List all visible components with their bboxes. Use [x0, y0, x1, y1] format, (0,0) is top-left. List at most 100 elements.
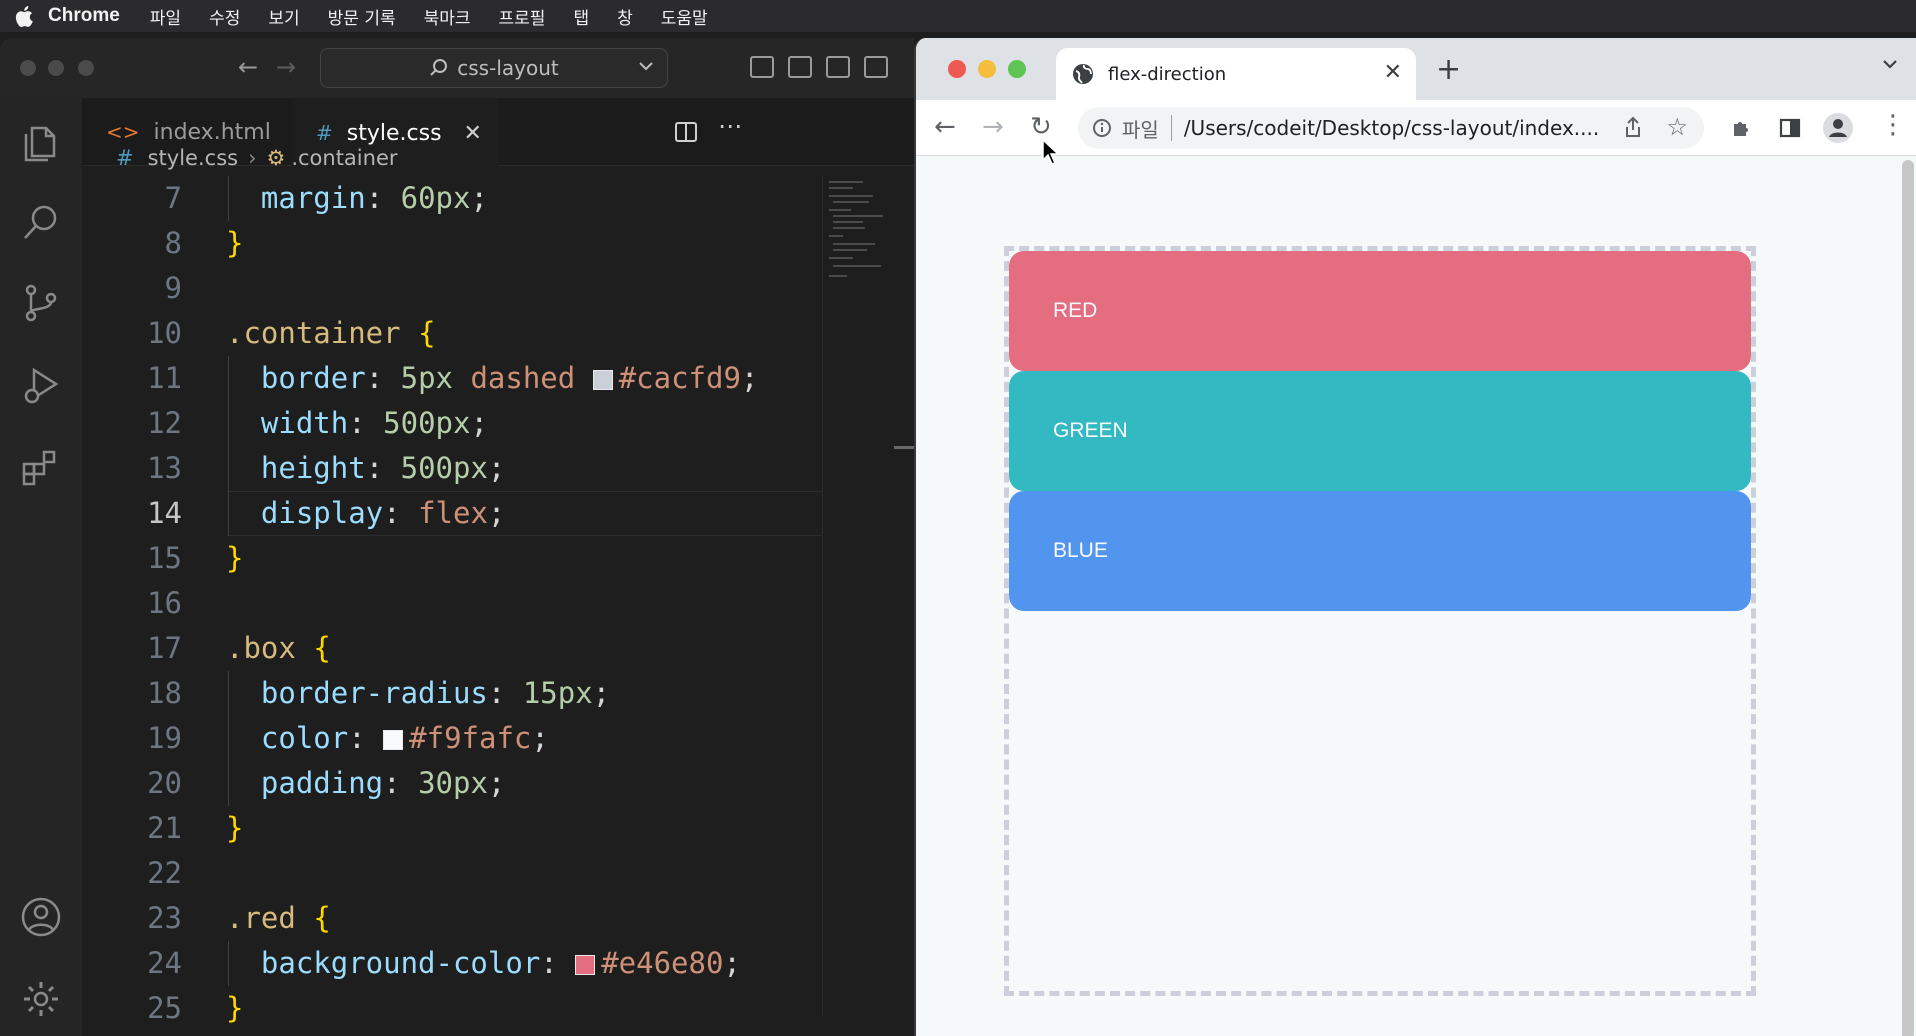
minimap[interactable] [822, 176, 892, 1016]
menu-edit[interactable]: 수정 [209, 4, 240, 29]
bookmark-star-icon[interactable]: ☆ [1666, 113, 1688, 141]
breadcrumb-file[interactable]: style.css [148, 146, 238, 170]
command-center-search[interactable]: css-layout [320, 48, 668, 88]
code-line[interactable]: 22 [82, 851, 822, 896]
source-control-icon[interactable] [20, 282, 62, 324]
menu-window[interactable]: 창 [617, 4, 633, 29]
code-line[interactable]: 7 margin: 60px; [82, 176, 822, 221]
toggle-primary-sidebar-icon[interactable] [750, 56, 774, 78]
forward-arrow-icon[interactable]: → [276, 53, 296, 81]
info-icon[interactable] [1092, 118, 1112, 138]
code-line[interactable]: 14 display: flex; [82, 491, 822, 536]
menu-file[interactable]: 파일 [150, 4, 181, 29]
url-text[interactable]: /Users/codeit/Desktop/css-layout/index..… [1184, 116, 1604, 140]
code-line[interactable]: 8} [82, 221, 822, 266]
code-line[interactable]: 20 padding: 30px; [82, 761, 822, 806]
token: .box [226, 631, 296, 665]
side-panel-icon[interactable] [1778, 116, 1802, 140]
color-swatch[interactable] [575, 955, 596, 975]
address-bar[interactable]: 파일 /Users/codeit/Desktop/css-layout/inde… [1078, 107, 1704, 149]
token: height [260, 451, 366, 485]
line-number: 20 [147, 766, 182, 800]
browser-tab[interactable]: flex-direction ✕ [1056, 48, 1416, 100]
code-editor[interactable]: 7 margin: 60px; 8} 9 10 .container {11 borde… [82, 176, 822, 1025]
menu-history[interactable]: 방문 기록 [328, 4, 396, 29]
search-icon [430, 59, 448, 76]
minimap-preview [829, 181, 883, 277]
globe-icon [1073, 64, 1093, 84]
back-arrow-icon[interactable]: ← [934, 112, 956, 142]
menu-help[interactable]: 도움말 [661, 4, 708, 29]
more-actions-icon[interactable]: ⋯ [718, 112, 742, 140]
close-tab-icon[interactable]: ✕ [1384, 60, 1402, 85]
token: } [226, 541, 244, 575]
window-close-button[interactable] [948, 60, 966, 78]
menu-tab[interactable]: 탭 [573, 4, 589, 29]
toggle-secondary-sidebar-icon[interactable] [826, 56, 850, 78]
code-line[interactable]: 9 [82, 266, 822, 311]
code-line[interactable]: 17 .box { [82, 626, 822, 671]
forward-arrow-icon[interactable]: → [982, 112, 1004, 142]
search-icon[interactable] [20, 202, 62, 244]
color-swatch[interactable] [592, 370, 613, 390]
line-source: .container { [226, 311, 436, 356]
breadcrumb-symbol[interactable]: .container [291, 146, 397, 170]
line-source: .box { [226, 626, 331, 671]
back-arrow-icon[interactable]: ← [238, 53, 258, 81]
run-debug-icon[interactable] [20, 364, 62, 406]
tab-search-chevron-icon[interactable] [1880, 54, 1900, 74]
code-line[interactable]: 21} [82, 806, 822, 851]
profile-avatar-icon[interactable] [1822, 112, 1854, 144]
menu-profiles[interactable]: 프로필 [499, 4, 546, 29]
menu-view[interactable]: 보기 [268, 4, 299, 29]
explorer-icon[interactable] [20, 122, 62, 164]
code-line[interactable]: 15} [82, 536, 822, 581]
menu-bookmarks[interactable]: 북마크 [424, 4, 471, 29]
window-close-button[interactable] [20, 60, 36, 76]
code-line[interactable]: 19 color: #f9fafc; [82, 716, 822, 761]
customize-layout-icon[interactable] [864, 56, 888, 78]
line-source: display: flex; [226, 491, 505, 536]
code-line[interactable]: 23 .red { [82, 896, 822, 941]
extensions-puzzle-icon[interactable] [1730, 116, 1754, 140]
line-source: color: #f9fafc; [226, 716, 549, 761]
symbol-icon: ⚙ [266, 146, 286, 170]
code-line[interactable]: 24 background-color: #e46e80; [82, 941, 822, 986]
window-minimize-button[interactable] [48, 60, 64, 76]
window-minimize-button[interactable] [978, 60, 996, 78]
code-line[interactable]: 10 .container { [82, 311, 822, 356]
chrome-menu-kebab-icon[interactable]: ⋮ [1880, 110, 1906, 140]
accounts-icon[interactable] [20, 896, 62, 938]
breadcrumb: # style.css › ⚙ .container [82, 140, 914, 176]
line-number: 14 [147, 496, 182, 530]
color-swatch[interactable] [383, 730, 404, 750]
settings-gear-icon[interactable] [20, 978, 62, 1020]
box-red: RED [1009, 251, 1751, 371]
line-number: 21 [147, 811, 182, 845]
vscode-window: ← → css-layout <> index.html # style.css… [0, 38, 914, 1036]
token: #cacfd9 [618, 361, 741, 395]
code-line[interactable]: 18 border-radius: 15px; [82, 671, 822, 716]
scrollbar-thumb[interactable] [894, 446, 914, 449]
apple-menu-icon[interactable] [0, 0, 48, 32]
chevron-down-icon[interactable] [637, 57, 655, 75]
line-source: height: 500px; [226, 446, 505, 491]
code-line[interactable]: 11 border: 5px dashed #cacfd9; [82, 356, 822, 401]
toggle-panel-icon[interactable] [788, 56, 812, 78]
app-name-menu[interactable]: Chrome [48, 5, 120, 27]
token: } [226, 226, 244, 260]
code-line[interactable]: 25} [82, 986, 822, 1031]
new-tab-plus-icon[interactable]: + [1436, 52, 1461, 87]
window-zoom-button[interactable] [78, 60, 94, 76]
editor-scrollbar[interactable] [892, 176, 914, 1016]
code-line[interactable]: 13 height: 500px; [82, 446, 822, 491]
share-icon[interactable] [1622, 115, 1644, 139]
code-line[interactable]: 12 width: 500px; [82, 401, 822, 446]
line-number: 11 [147, 361, 182, 395]
extensions-icon[interactable] [20, 446, 62, 488]
window-zoom-button[interactable] [1008, 60, 1026, 78]
page-scrollbar[interactable] [1902, 160, 1914, 1036]
code-line[interactable]: 16 [82, 581, 822, 626]
